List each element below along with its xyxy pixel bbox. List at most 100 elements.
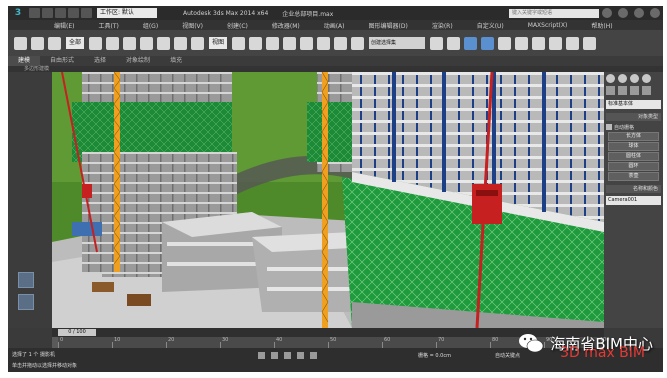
selection-filter-dropdown[interactable]: 全部 [66,37,85,49]
object-name-field[interactable]: Camera001 [606,196,661,205]
time-slider[interactable]: 0 / 100 [58,329,96,336]
ribbon-toggle-icon[interactable] [481,36,495,50]
rect-selection-icon[interactable] [123,36,137,50]
named-selection-dropdown[interactable]: 创建选择集 [369,37,426,49]
autogrid-label: 自动栅格 [614,124,635,131]
autokey-button[interactable]: 自动关键点 [495,352,520,359]
category-dropdown[interactable]: 标准基本体 [606,100,661,109]
wechat-logo-icon [519,334,544,353]
main-toolbar: 全部 视图 创建选择集 [8,30,663,56]
torus-button[interactable]: 圆环 [608,162,659,171]
coord-y-icon[interactable] [297,352,304,359]
box-button[interactable]: 长方体 [608,132,659,141]
coord-system-dropdown[interactable]: 视图 [209,37,228,49]
perspective-viewport[interactable] [52,72,604,328]
shapes-icon[interactable] [618,86,627,95]
autogrid-row[interactable]: 自动栅格 [606,123,661,131]
coord-z-icon[interactable] [310,352,317,359]
link-icon[interactable] [48,36,61,50]
geometry-icon[interactable] [606,86,615,95]
timeline-tick-label: 10 [114,337,121,343]
save-file-icon[interactable] [55,8,66,18]
menu-animation[interactable]: 动画(A) [324,21,345,30]
lock-selection-icon[interactable] [258,352,265,359]
curve-editor-icon[interactable] [498,36,512,50]
schematic-view-icon[interactable] [515,36,529,50]
edit-named-sel-icon[interactable] [351,36,365,50]
render-icon[interactable] [583,36,597,50]
menu-create[interactable]: 创建(C) [227,21,248,30]
watermark-subtitle: 3D max BIM [560,345,645,361]
select-object-icon[interactable] [89,36,103,50]
rendered-frame-icon[interactable] [566,36,580,50]
menu-views[interactable]: 视图(V) [182,21,203,30]
menu-help[interactable]: 帮助(H) [591,21,612,30]
app-window: 3 工作区: 默认 Autodesk 3ds Max 2014 x64 企业总部… [8,6,663,372]
app-logo-icon[interactable]: 3 [8,6,28,20]
window-crossing-icon[interactable] [140,36,154,50]
create-tab-icon[interactable] [606,74,615,83]
motion-tab-icon[interactable] [642,74,651,83]
percent-snap-icon[interactable] [317,36,331,50]
menu-tools[interactable]: 工具(T) [98,21,118,30]
new-file-icon[interactable] [29,8,40,18]
tab-selection[interactable]: 选择 [84,56,116,66]
material-editor-icon[interactable] [532,36,546,50]
select-by-name-icon[interactable] [106,36,120,50]
timeline-tick-label: 30 [222,337,229,343]
cylinder-button[interactable]: 圆柱体 [608,152,659,161]
viewport-layout-icon[interactable] [18,272,34,288]
align-icon[interactable] [447,36,461,50]
menu-group[interactable]: 组(G) [143,21,158,30]
pivot-icon[interactable] [232,36,246,50]
tab-freeform[interactable]: 自由形式 [40,56,84,66]
viewport-config-icon[interactable] [18,294,34,310]
menu-maxscript[interactable]: MAXScript(X) [528,22,568,29]
search-input[interactable]: 键入关键字或短语 [509,8,599,18]
tab-modeling[interactable]: 建模 [8,56,41,66]
modify-tab-icon[interactable] [618,74,627,83]
snap-icon[interactable] [283,36,297,50]
menu-modifiers[interactable]: 修改器(M) [272,21,300,30]
menu-graph-editors[interactable]: 图形编辑器(D) [369,21,408,30]
workspace-dropdown[interactable]: 工作区: 默认 [97,8,157,18]
coord-x-icon[interactable] [284,352,291,359]
sphere-button[interactable]: 球体 [608,142,659,151]
menu-edit[interactable]: 编辑(E) [54,21,74,30]
help-icon[interactable] [602,8,612,18]
left-toolbar [8,72,52,328]
layer-manager-icon[interactable] [464,36,478,50]
favorites-icon[interactable] [618,8,628,18]
spinner-snap-icon[interactable] [334,36,348,50]
render-setup-icon[interactable] [549,36,563,50]
undo-tool-icon[interactable] [14,36,27,50]
object-type-rollout[interactable]: 对象类型 [606,113,661,121]
redo-tool-icon[interactable] [31,36,44,50]
scale-icon[interactable] [191,36,205,50]
rotate-icon[interactable] [174,36,188,50]
tab-object-paint[interactable]: 对象绘制 [116,56,160,66]
menu-customize[interactable]: 自定义(U) [477,21,504,30]
angle-snap-icon[interactable] [300,36,314,50]
open-file-icon[interactable] [42,8,53,18]
mirror-icon[interactable] [430,36,444,50]
tab-populate[interactable]: 填充 [160,56,192,66]
menu-rendering[interactable]: 渲染(R) [432,21,453,30]
manipulate-icon[interactable] [249,36,263,50]
undo-icon[interactable] [68,8,79,18]
ribbon-tabs: 建模 自由形式 选择 对象绘制 填充 [8,56,663,66]
name-color-rollout[interactable]: 名称和颜色 [606,185,661,193]
timeline-tick-label: 50 [330,337,337,343]
cameras-icon[interactable] [642,86,651,95]
close-icon[interactable] [650,8,660,18]
timeline-tick-label: 20 [168,337,175,343]
autogrid-checkbox[interactable] [606,124,612,130]
keyboard-shortcut-icon[interactable] [266,36,280,50]
absolute-mode-icon[interactable] [271,352,278,359]
hierarchy-tab-icon[interactable] [630,74,639,83]
minimize-icon[interactable] [634,8,644,18]
redo-icon[interactable] [81,8,92,18]
teapot-button[interactable]: 茶壶 [608,172,659,181]
lights-icon[interactable] [630,86,639,95]
move-icon[interactable] [157,36,171,50]
